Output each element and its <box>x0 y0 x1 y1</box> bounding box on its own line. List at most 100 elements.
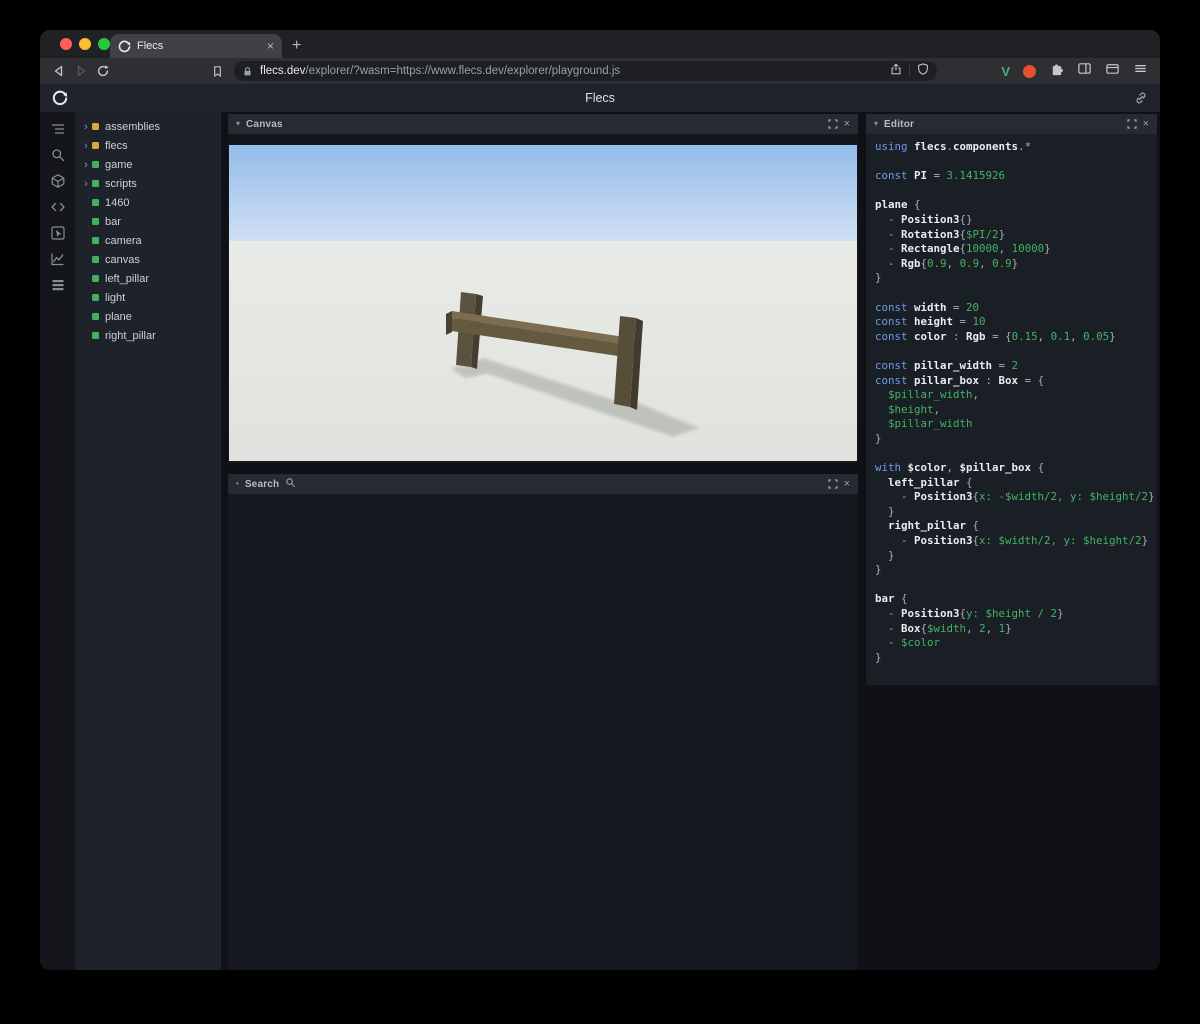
editor-code[interactable]: using flecs.components.* const PI = 3.14… <box>866 134 1157 685</box>
bullet-icon[interactable]: • <box>236 480 239 488</box>
wallet-icon[interactable] <box>1105 61 1120 81</box>
url-path: /explorer/?wasm=https://www.flecs.dev/ex… <box>305 65 621 77</box>
tab-bar: Flecs × + <box>40 30 1160 58</box>
entity-color-square <box>92 142 99 149</box>
code-line: - Position3{x: $width/2, y: $height/2} <box>875 534 1149 548</box>
code-line: using flecs.components.* <box>875 140 1032 153</box>
entity-label: game <box>105 158 133 171</box>
tree-item-left_pillar[interactable]: left_pillar <box>75 269 221 288</box>
code-script-icon[interactable] <box>49 198 67 216</box>
minimize-window-button[interactable] <box>79 38 91 50</box>
tree-item-1460[interactable]: 1460 <box>75 193 221 212</box>
fullscreen-panel-icon[interactable] <box>827 119 838 129</box>
entity-color-square <box>92 332 99 339</box>
tree-item-plane[interactable]: plane <box>75 307 221 326</box>
new-tab-button[interactable]: + <box>292 38 301 54</box>
sidebar-toggle-icon[interactable] <box>1077 61 1092 81</box>
code-line: const width = 20 <box>875 300 980 314</box>
tree-item-right_pillar[interactable]: right_pillar <box>75 326 221 345</box>
tree-item-camera[interactable]: camera <box>75 231 221 250</box>
queries-rows-icon[interactable] <box>49 276 67 294</box>
code-line: right_pillar { <box>888 519 980 533</box>
code-line: } <box>875 431 882 445</box>
3d-viewport[interactable] <box>229 145 857 461</box>
entity-label: right_pillar <box>105 329 156 342</box>
entity-color-square <box>92 161 99 168</box>
extensions-puzzle-icon[interactable] <box>1049 61 1064 81</box>
bookmark-icon[interactable] <box>206 60 228 82</box>
rewards-extension-icon[interactable] <box>1023 64 1036 78</box>
expand-chevron-icon[interactable]: › <box>81 159 91 171</box>
tree-item-light[interactable]: light <box>75 288 221 307</box>
tree-item-game[interactable]: › game <box>75 155 221 174</box>
collapse-chevron-icon[interactable]: ▾ <box>874 120 878 128</box>
code-line: $height, <box>888 402 941 416</box>
entity-color-square <box>92 275 99 282</box>
tree-item-bar[interactable]: bar <box>75 212 221 231</box>
entity-color-square <box>92 123 99 130</box>
entity-color-square <box>92 199 99 206</box>
expand-chevron-icon[interactable]: › <box>81 178 91 190</box>
toolbar-extensions: V <box>1001 61 1148 81</box>
back-button[interactable] <box>48 60 70 82</box>
entity-color-square <box>92 237 99 244</box>
components-cube-icon[interactable] <box>49 172 67 190</box>
tree-item-canvas[interactable]: canvas <box>75 250 221 269</box>
entity-tree-icon[interactable] <box>49 120 67 138</box>
close-panel-icon[interactable]: × <box>1143 118 1149 130</box>
code-line: } <box>875 650 882 664</box>
search-magnifier-icon <box>285 475 296 493</box>
tree-item-flecs[interactable]: › flecs <box>75 136 221 155</box>
entity-label: assemblies <box>105 120 161 133</box>
code-line: - Position3{} <box>875 212 973 226</box>
tree-item-scripts[interactable]: › scripts <box>75 174 221 193</box>
entity-color-square <box>92 313 99 320</box>
left-icon-rail <box>40 112 75 970</box>
search-panel-body <box>228 494 858 970</box>
vue-extension-icon[interactable]: V <box>1001 64 1010 79</box>
app-header: Flecs <box>40 84 1160 112</box>
reload-button[interactable] <box>92 60 114 82</box>
close-window-button[interactable] <box>60 38 72 50</box>
tree-item-assemblies[interactable]: › assemblies <box>75 117 221 136</box>
forward-button[interactable] <box>70 60 92 82</box>
canvas-panel-title: Canvas <box>246 118 283 130</box>
canvas-panel: ▾ Canvas × <box>228 114 858 463</box>
browser-tab[interactable]: Flecs × <box>110 34 282 58</box>
code-line: - Position3{x: -$width/2, y: $height/2} <box>875 490 1155 504</box>
code-line: } <box>875 563 882 577</box>
expand-chevron-icon[interactable]: › <box>81 140 91 152</box>
code-line: const PI = 3.1415926 <box>875 169 1006 183</box>
share-link-icon[interactable] <box>1134 91 1148 105</box>
canvas-panel-header: ▾ Canvas × <box>228 114 858 134</box>
flecs-logo-icon[interactable] <box>52 90 68 106</box>
inspector-cursor-icon[interactable] <box>49 224 67 242</box>
menu-icon[interactable] <box>1133 61 1148 81</box>
expand-chevron-icon[interactable]: › <box>81 121 91 133</box>
query-search-icon[interactable] <box>49 146 67 164</box>
brave-shield-icon[interactable] <box>916 62 930 81</box>
fullscreen-panel-icon[interactable] <box>827 479 838 489</box>
code-line: with $color, $pillar_box { <box>875 461 1045 475</box>
code-line: } <box>875 504 895 518</box>
zoom-window-button[interactable] <box>98 38 110 50</box>
collapse-chevron-icon[interactable]: ▾ <box>236 120 240 128</box>
stats-chart-icon[interactable] <box>49 250 67 268</box>
close-panel-icon[interactable]: × <box>844 478 850 490</box>
share-icon[interactable] <box>889 62 903 81</box>
page-title: Flecs <box>585 91 615 105</box>
entity-label: scripts <box>105 177 137 190</box>
entity-label: left_pillar <box>105 272 150 285</box>
code-line: - Box{$width, 2, 1} <box>875 621 1012 635</box>
address-bar[interactable]: flecs.dev/explorer/?wasm=https://www.fle… <box>234 61 938 81</box>
code-line: - Position3{y: $height / 2} <box>875 607 1064 620</box>
navigation-bar: flecs.dev/explorer/?wasm=https://www.fle… <box>40 58 1160 84</box>
tab-close-icon[interactable]: × <box>267 40 274 52</box>
fullscreen-panel-icon[interactable] <box>1126 119 1137 129</box>
close-panel-icon[interactable]: × <box>844 118 850 130</box>
code-line: const color : Rgb = {0.15, 0.1, 0.05} <box>875 329 1116 343</box>
entity-label: 1460 <box>105 196 130 209</box>
